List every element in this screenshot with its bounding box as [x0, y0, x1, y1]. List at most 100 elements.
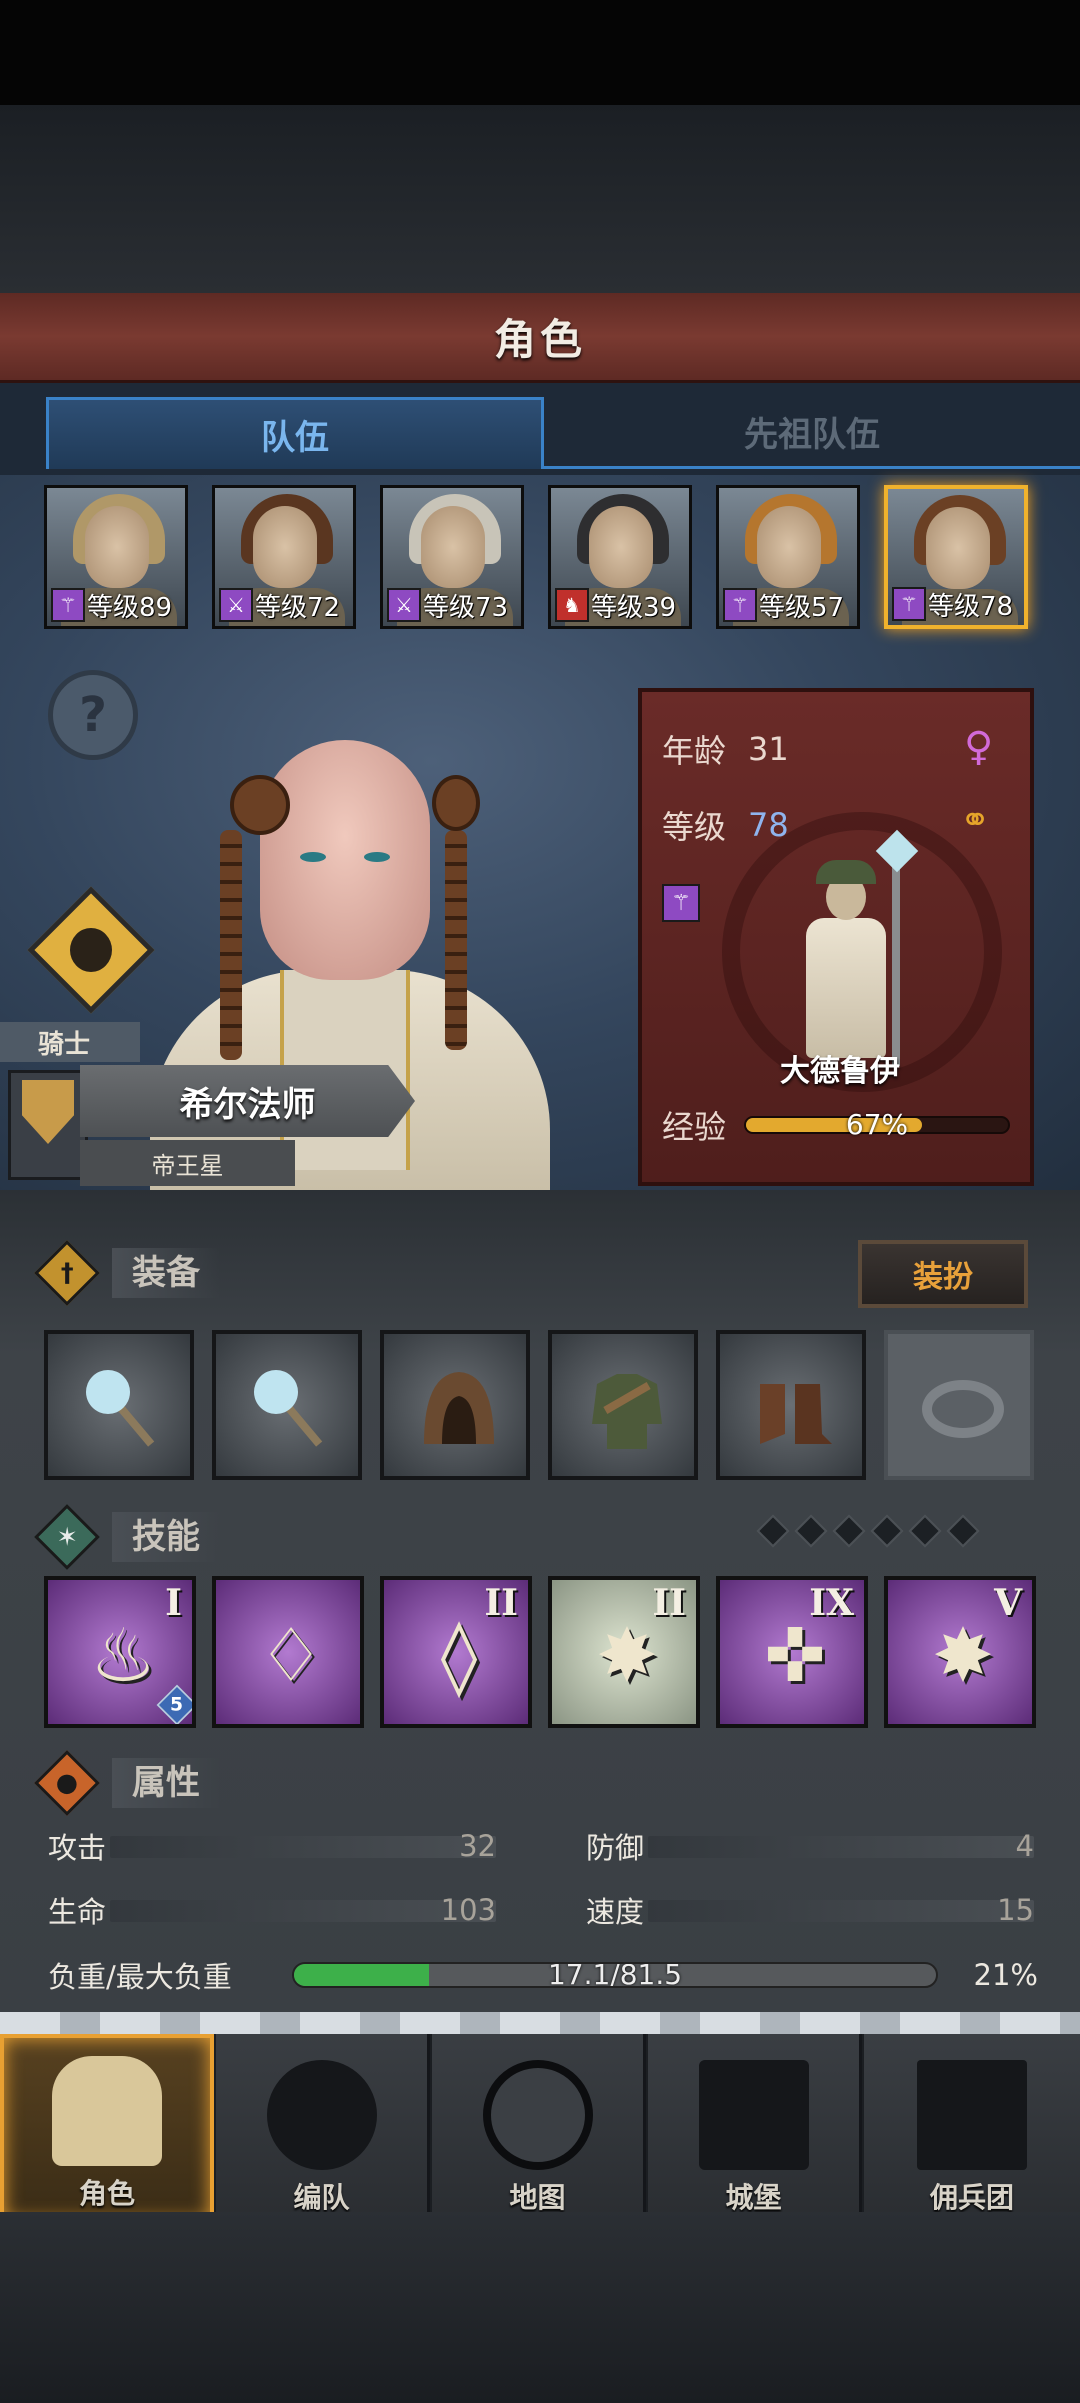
question-icon: ?: [79, 687, 107, 743]
equipment-title: 装备: [112, 1248, 220, 1298]
party-portraits: ⚚ 等级89 ⚔ 等级72 ⚔ 等级73 ♞ 等级39 ⚚ 等级57 ⚚ 等级7…: [44, 485, 1036, 631]
skill-rank: I: [165, 1582, 182, 1624]
portrait-member[interactable]: ⚚ 等级89: [44, 485, 188, 629]
stat-bar: [110, 1900, 496, 1922]
stat-bar: [648, 1836, 1034, 1858]
hero-bun: [432, 775, 480, 831]
staff-icon: ⚚: [723, 588, 757, 622]
portrait-member[interactable]: ⚔ 等级73: [380, 485, 524, 629]
class-name: 大德鲁伊: [780, 1054, 900, 1089]
speed-value: 15: [997, 1893, 1034, 1927]
nav-castle[interactable]: 城堡: [648, 2034, 862, 2224]
druid-antlers: [816, 860, 876, 884]
skill-point-pip: [946, 1514, 980, 1548]
portrait-level: 等级57: [759, 593, 845, 623]
staff-icon: ⚚: [662, 884, 700, 922]
hero-bun: [230, 775, 290, 835]
tab-ancestor-party[interactable]: 先祖队伍: [544, 397, 1080, 469]
tab-party[interactable]: 队伍: [46, 397, 544, 469]
nav-mercenaries[interactable]: 佣兵团: [864, 2034, 1080, 2224]
skill-slot[interactable]: ♨ I 5: [44, 1576, 196, 1728]
stat-attack: 攻击 32: [48, 1826, 496, 1866]
portrait-face: [589, 506, 653, 588]
compass-icon: [482, 2060, 593, 2170]
helmet-icon: [266, 2060, 377, 2170]
skill-point-pip: [832, 1514, 866, 1548]
star-icon: ✶: [56, 1522, 78, 1552]
bottom-nav: 角色 编队 地图 城堡 佣兵团: [0, 2012, 1080, 2224]
skill-slot[interactable]: ♢: [212, 1576, 364, 1728]
attack-label: 攻击: [48, 1831, 107, 1865]
stat-speed: 速度 15: [586, 1890, 1034, 1930]
life-label: 生命: [48, 1895, 107, 1929]
portrait-member[interactable]: ♞ 等级39: [548, 485, 692, 629]
equipment-slot-feet[interactable]: [716, 1330, 866, 1480]
hero-braid: [445, 830, 467, 1050]
exp-row: 经验 67%: [662, 1102, 1011, 1148]
tab-bar: 队伍 先祖队伍: [0, 383, 1080, 475]
nav-map[interactable]: 地图: [432, 2034, 646, 2224]
equipment-slot-ring[interactable]: [884, 1330, 1034, 1480]
portrait-member-selected[interactable]: ⚚ 等级78: [884, 485, 1028, 629]
name-plate[interactable]: 希尔法师: [80, 1065, 415, 1137]
boots-item-icon: [760, 1384, 832, 1444]
portrait-level: 等级78: [928, 592, 1014, 622]
potion-icon: [70, 928, 112, 972]
character-name: 希尔法师: [179, 1084, 316, 1125]
portrait-face: [757, 506, 821, 588]
nav-label: 编队: [293, 2181, 350, 2214]
skill-point-pip: [908, 1514, 942, 1548]
level-value: 78: [748, 806, 789, 844]
dress-up-button[interactable]: 装扮: [858, 1240, 1028, 1308]
skill-slot[interactable]: ✜ IX: [716, 1576, 868, 1728]
staff-item-icon: [86, 1370, 155, 1447]
snow-decoration: [0, 2012, 1080, 2034]
knight-icon: [52, 2056, 162, 2166]
staff-icon: ⚚: [892, 587, 926, 621]
equipment-slot-head[interactable]: [380, 1330, 530, 1480]
attributes-diamond: ●: [34, 1750, 100, 1816]
ring-placeholder-icon: [922, 1380, 1004, 1438]
hero-head: [260, 740, 430, 980]
skill-rank: V: [994, 1582, 1022, 1624]
weight-label: 负重/最大负重: [48, 1960, 232, 1994]
exp-percent: 67%: [845, 1108, 909, 1141]
flame-icon: ♨: [89, 1613, 157, 1699]
skill-point-pip: [870, 1514, 904, 1548]
nav-character[interactable]: 角色: [0, 2034, 214, 2224]
equipment-diamond: †: [34, 1240, 100, 1306]
help-button[interactable]: ?: [48, 670, 138, 760]
life-value: 103: [440, 1893, 496, 1927]
skill-slot[interactable]: ✸ II: [548, 1576, 700, 1728]
skills-row: ♨ I 5 ♢ ◊ II ✸ II ✜ IX ✸ V: [44, 1576, 1036, 1728]
age-value: 31: [748, 730, 789, 768]
status-bar-area: [0, 0, 1080, 105]
portrait-member[interactable]: ⚚ 等级57: [716, 485, 860, 629]
stat-bar: [648, 1900, 1034, 1922]
page-title: 角色: [493, 315, 586, 364]
equipment-slot-offhand[interactable]: [212, 1330, 362, 1480]
weight-percent: 21%: [973, 1958, 1038, 1992]
banner-icon: [917, 2060, 1027, 2170]
character-subtitle: 帝王星: [80, 1140, 295, 1186]
nav-label: 城堡: [725, 2181, 782, 2214]
person-icon: ●: [55, 1767, 79, 1798]
speed-label: 速度: [586, 1895, 645, 1929]
nav-formation[interactable]: 编队: [216, 2034, 430, 2224]
skill-points: [756, 1514, 980, 1548]
portrait-member[interactable]: ⚔ 等级72: [212, 485, 356, 629]
skills-diamond: ✶: [34, 1504, 100, 1570]
hero-braid: [220, 830, 242, 1060]
druid-figure: [792, 829, 919, 1066]
sword-icon: ⚔: [219, 588, 253, 622]
staff-item-icon: [254, 1370, 323, 1447]
equipment-slot-body[interactable]: [548, 1330, 698, 1480]
skill-rank: II: [484, 1582, 518, 1624]
skill-slot[interactable]: ✸ V: [884, 1576, 1036, 1728]
skill-slot[interactable]: ◊ II: [380, 1576, 532, 1728]
equipment-slot-weapon[interactable]: [44, 1330, 194, 1480]
exp-bar: 67%: [744, 1108, 1011, 1141]
tornado-icon: ♢: [257, 1613, 325, 1699]
portrait-face: [926, 507, 990, 589]
info-panel: 年龄 31 ♀ 等级 78 ⚭ ⚚ 大德鲁伊 经验 67%: [638, 688, 1034, 1186]
